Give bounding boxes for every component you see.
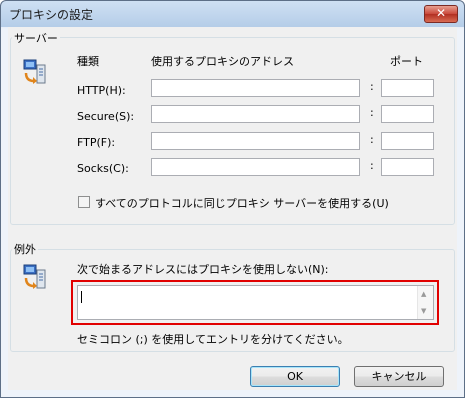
cancel-button[interactable]: キャンセル xyxy=(354,366,444,387)
http-address-input[interactable] xyxy=(151,79,360,97)
ftp-port-input[interactable] xyxy=(381,132,434,150)
ftp-separator: : xyxy=(370,133,374,146)
secure-port-input[interactable] xyxy=(381,105,434,123)
ok-button[interactable]: OK xyxy=(250,366,340,387)
exceptions-textarea[interactable]: ▲ ▼ xyxy=(77,285,434,320)
port-column-header: ポート xyxy=(390,55,423,68)
dialog-title: プロキシの設定 xyxy=(9,8,94,22)
exceptions-legend: 例外 xyxy=(12,241,38,257)
network-computer-icon xyxy=(23,264,46,289)
address-column-header: 使用するプロキシのアドレス xyxy=(151,55,294,68)
scroll-up-arrow-icon[interactable]: ▲ xyxy=(421,290,426,298)
ftp-address-input[interactable] xyxy=(151,132,360,150)
socks-label: Socks(C): xyxy=(77,162,129,175)
exceptions-hint: セミコロン (;) を使用してエントリを分けてください。 xyxy=(77,333,349,346)
close-button[interactable]: ✕ xyxy=(424,5,458,23)
ftp-label: FTP(F): xyxy=(77,136,116,149)
type-column-header: 種類 xyxy=(77,55,99,68)
servers-legend: サーバー xyxy=(12,30,60,46)
network-computer-icon xyxy=(23,59,46,84)
http-label: HTTP(H): xyxy=(77,84,126,97)
socks-port-input[interactable] xyxy=(381,158,434,176)
text-caret xyxy=(81,291,82,303)
exceptions-prompt: 次で始まるアドレスにはプロキシを使用しない(N): xyxy=(77,263,329,276)
secure-separator: : xyxy=(370,106,374,119)
same-proxy-checkbox[interactable] xyxy=(78,196,90,208)
http-port-input[interactable] xyxy=(381,79,434,97)
same-proxy-label[interactable]: すべてのプロトコルに同じプロキシ サーバーを使用する(U) xyxy=(95,195,389,211)
socks-address-input[interactable] xyxy=(151,158,360,176)
dialog-body: サーバー 種類 使用するプロキシのアドレス ポート HTTP(H): : Sec… xyxy=(8,27,457,390)
secure-address-input[interactable] xyxy=(151,105,360,123)
scroll-down-arrow-icon[interactable]: ▼ xyxy=(421,307,426,315)
close-icon: ✕ xyxy=(435,6,447,20)
proxy-settings-dialog: プロキシの設定 ✕ サーバー 種類 使用するプロキシのアドレス ポート HTTP… xyxy=(0,0,465,398)
http-separator: : xyxy=(370,80,374,93)
exceptions-scrollbar[interactable]: ▲ ▼ xyxy=(417,286,433,319)
secure-label: Secure(S): xyxy=(77,110,135,123)
socks-separator: : xyxy=(370,159,374,172)
title-bar: プロキシの設定 ✕ xyxy=(1,1,464,27)
